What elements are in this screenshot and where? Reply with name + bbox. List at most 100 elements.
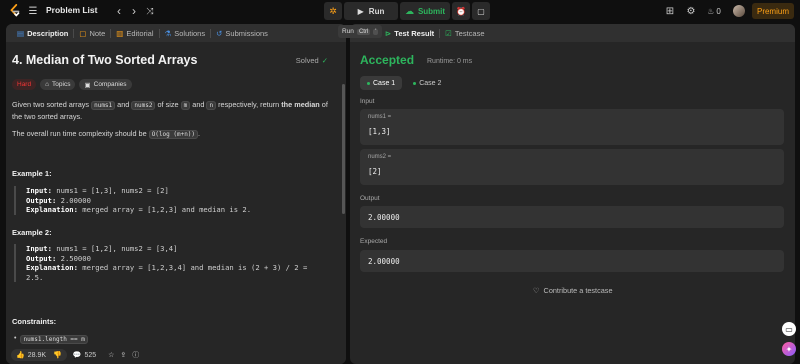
tab-test-result[interactable]: ⊳ Test Result (380, 29, 439, 38)
example-line: Input: nums1 = [1,3], nums2 = [2] (26, 186, 334, 196)
tab-editorial[interactable]: ▥ Editorial (111, 29, 158, 38)
solved-label: Solved (295, 56, 319, 65)
testcase-icon: ☑ (445, 28, 452, 38)
companies-button[interactable]: ▣ Companies (79, 79, 132, 90)
inline-code: nums1 (91, 101, 116, 110)
example-label: Explanation: (26, 205, 78, 214)
submit-button[interactable]: ☁ Submit (400, 2, 450, 20)
tab-label: Description (27, 28, 69, 38)
desc-text: and (190, 100, 207, 109)
example-value: nums1 = [1,3], nums2 = [2] (51, 186, 169, 195)
problem-list-link[interactable]: Problem List (46, 5, 97, 15)
tab-submissions[interactable]: ↺ Submissions (211, 29, 273, 38)
tab-description[interactable]: ▤ Description (12, 29, 73, 38)
shuffle-icon[interactable]: ⤨ (144, 3, 156, 19)
case-tab-1[interactable]: Case 1 (360, 76, 403, 90)
note-icon: ▢ (79, 28, 87, 38)
heart-icon: ♡ (533, 286, 540, 295)
tab-label: Solutions (174, 28, 206, 38)
streak-count: 0 (716, 6, 721, 16)
var-name: nums1 = (368, 114, 392, 120)
example-value: merged array = [1,2,3,4] and median is (… (77, 263, 308, 272)
example-value: 2.50000 (56, 253, 91, 263)
layout-grid-icon[interactable]: ⊞ (664, 4, 676, 18)
var-name: nums2 = (368, 154, 392, 160)
comments-button[interactable]: 💬 525 (72, 351, 97, 360)
quote-key: ' (373, 28, 379, 35)
example-value: merged array = [1,2,3] and median is 2. (77, 205, 252, 214)
problem-badges: Hard ⌂ Topics ▣ Companies (12, 79, 132, 90)
expected-value: 2.00000 (368, 257, 400, 266)
inline-code: nums1.length == m (20, 335, 88, 344)
example-line: 2.5. (26, 273, 334, 283)
tab-testcase[interactable]: ☑ Testcase (440, 29, 489, 38)
output-box: 2.00000 (360, 206, 784, 228)
expected-label: Expected (360, 238, 388, 245)
debug-button[interactable]: ✲ (324, 2, 342, 20)
case-tab-2[interactable]: Case 2 (406, 76, 448, 90)
case-label: Case 1 (373, 79, 396, 87)
inline-code: nums2 (131, 101, 156, 110)
example-label: Input: (26, 244, 52, 253)
like-button[interactable]: 👍 28.9K 👎 (11, 349, 67, 361)
problem-description: Given two sorted arrays nums1 and nums2 … (12, 99, 332, 140)
gear-icon[interactable]: ⚙ (685, 4, 697, 18)
share-icon[interactable]: ⇪ (120, 351, 126, 359)
star-icon[interactable]: ☆ (108, 351, 114, 359)
flask-icon: ⚗ (164, 28, 172, 38)
example-2-title: Example 2: (12, 228, 52, 237)
left-tabbar: ▤ Description ▢ Note ▥ Editorial ⚗ Solut… (6, 24, 346, 42)
contribute-testcase-link[interactable]: ♡ Contribute a testcase (533, 286, 613, 295)
play-icon: ▶ (357, 6, 364, 16)
constraint-item: • nums1.length == m (14, 335, 88, 344)
fire-icon: ♨ (707, 6, 715, 16)
example-line: Input: nums1 = [1,2], nums2 = [3,4] (26, 244, 334, 254)
case-tabs: Case 1 Case 2 (360, 76, 448, 90)
submit-label: Submit (417, 6, 446, 16)
timer-button[interactable]: ⏰ (452, 2, 470, 20)
input-nums2-box: nums2 = [2] (360, 149, 784, 185)
notes-button[interactable]: ▢ (472, 2, 490, 20)
thumbs-up-icon: 👍 (16, 352, 25, 359)
help-icon[interactable]: ⓘ (132, 350, 139, 360)
constraints-title: Constraints: (12, 317, 57, 326)
var-value: [1,3] (368, 127, 391, 136)
next-problem-icon[interactable]: › (128, 3, 140, 19)
tab-note[interactable]: ▢ Note (74, 29, 110, 38)
comment-icon: 💬 (72, 352, 82, 359)
problem-list-menu-icon[interactable]: ☰ (26, 3, 40, 19)
tab-solutions[interactable]: ⚗ Solutions (160, 29, 211, 38)
inline-code: O(log (m+n)) (148, 130, 199, 139)
test-result-panel: ⊳ Test Result ☑ Testcase Accepted Runtim… (350, 24, 795, 364)
output-label: Output (360, 195, 380, 202)
example-value: nums1 = [1,2], nums2 = [3,4] (51, 244, 178, 253)
editorial-icon: ▥ (116, 28, 124, 38)
prev-problem-icon[interactable]: ‹ (113, 3, 125, 19)
topics-button[interactable]: ⌂ Topics (40, 79, 76, 90)
example-line: Output: 2.00000 (26, 196, 334, 206)
assistant-fab[interactable]: ✦ (782, 342, 796, 356)
output-value: 2.00000 (368, 213, 400, 222)
tab-label: Test Result (394, 28, 435, 38)
streak-counter[interactable]: ♨ 0 (704, 4, 724, 18)
leetcode-logo[interactable] (8, 4, 22, 18)
difficulty-badge: Hard (12, 79, 37, 90)
example-1-title: Example 1: (12, 169, 52, 178)
comment-count: 525 (84, 351, 97, 359)
desc-text: Given two sorted arrays (12, 100, 92, 109)
example-label: Output: (26, 195, 57, 205)
cloud-upload-icon: ☁ (404, 5, 414, 16)
inline-code: n (206, 101, 217, 110)
ctrl-key: Ctrl (356, 28, 371, 35)
description-scrollbar[interactable] (342, 84, 345, 214)
run-button[interactable]: ▶ Run (344, 2, 398, 20)
description-icon: ▤ (17, 28, 25, 38)
chat-fab[interactable]: ▭ (782, 322, 796, 336)
run-submit-group: ✲ ▶ Run ☁ Submit ⏰ ▢ (324, 2, 490, 20)
example-line: Explanation: merged array = [1,2,3] and … (26, 205, 334, 215)
premium-button[interactable]: Premium (752, 3, 794, 19)
pass-dot-icon (413, 81, 417, 85)
example-value: 2.00000 (56, 195, 91, 205)
pass-dot-icon (367, 81, 370, 85)
avatar[interactable] (733, 5, 745, 17)
